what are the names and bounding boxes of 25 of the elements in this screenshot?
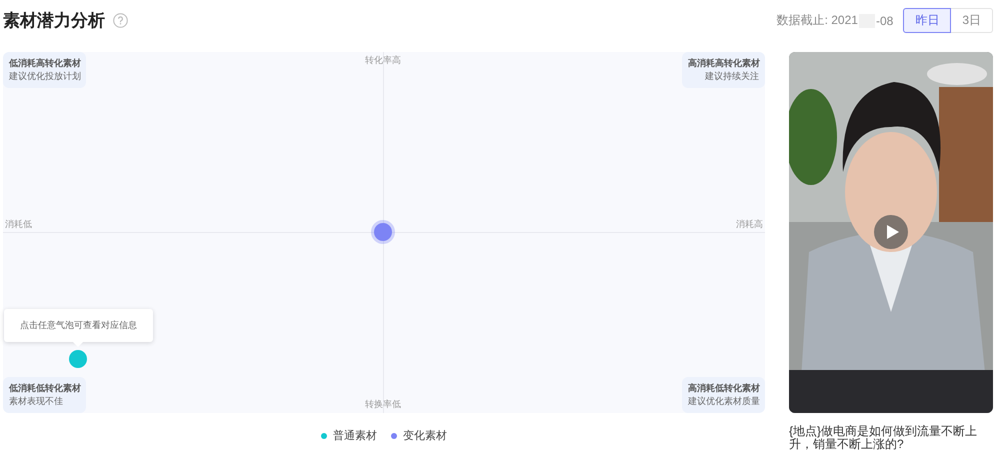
date-label: 数据截止: 2021 <box>776 12 858 29</box>
video-caption: {地点}做电商是如何做到流量不断上升，销量不断上涨的? <box>789 425 978 451</box>
period-tab[interactable]: 3日 <box>951 8 993 33</box>
quadrant-title: 高消耗低转化素材 <box>688 382 759 395</box>
bubble[interactable] <box>69 350 87 368</box>
period-tab[interactable]: 昨日 <box>903 8 952 33</box>
axis-label: 转换率低 <box>365 398 401 411</box>
bubble[interactable] <box>374 223 392 241</box>
quadrant-hint: 建议优化投放计划 <box>9 70 80 83</box>
quadrant-hint: 建议优化素材质量 <box>688 395 759 408</box>
quadrant-hint: 素材表现不佳 <box>9 395 64 408</box>
quadrant-hint: 建议持续关注 <box>704 70 759 83</box>
play-icon[interactable] <box>874 215 908 249</box>
help-icon[interactable] <box>113 13 128 28</box>
tooltip: 点击任意气泡可查看对应信息 <box>4 309 153 342</box>
quadrant-title: 低消耗高转化素材 <box>9 57 80 70</box>
axis-label: 消耗高 <box>736 218 763 231</box>
quadrant-title: 低消耗低转化素材 <box>9 382 80 395</box>
legend-label: 变化素材 <box>403 428 447 443</box>
axis-label: 消耗低 <box>5 218 32 231</box>
quadrant-title: 高消耗高转化素材 <box>688 57 759 70</box>
legend-label: 普通素材 <box>333 428 377 443</box>
axis-label: 转化率高 <box>365 54 401 67</box>
date-label: -08 <box>876 14 894 28</box>
section-title: 素材潜力分析 <box>3 10 105 32</box>
